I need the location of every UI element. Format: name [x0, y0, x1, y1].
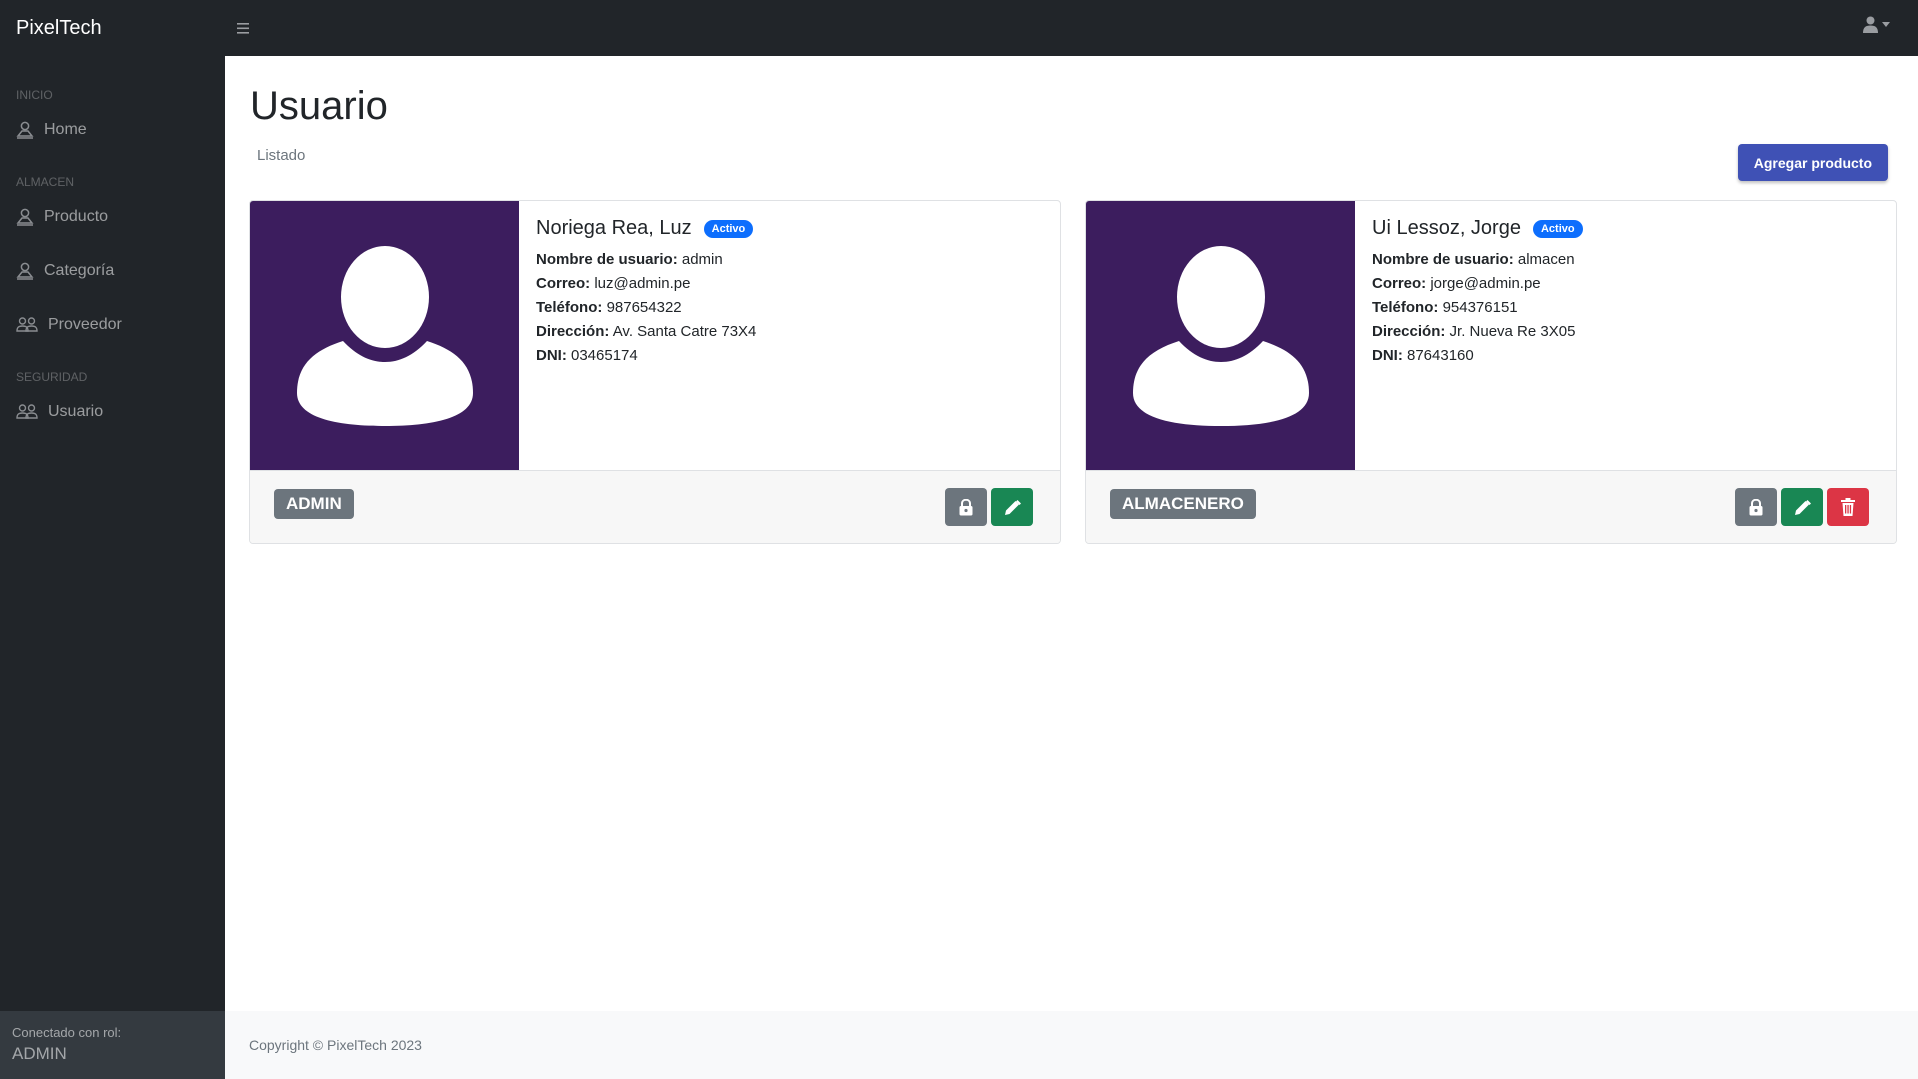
lock-button[interactable] — [945, 488, 987, 526]
sidebar-item-label: Proveedor — [48, 316, 122, 333]
users-icon — [16, 404, 38, 419]
avatar — [1086, 201, 1355, 470]
dni-label: DNI: — [536, 347, 567, 364]
user-icon — [1863, 16, 1878, 33]
sidebar-item-label: Categoría — [44, 262, 115, 279]
role-badge: ADMIN — [274, 489, 354, 519]
user-silhouette-icon — [296, 245, 473, 426]
username-row: Nombre de usuario: almacen — [1372, 248, 1886, 272]
phone-row: Teléfono: 987654322 — [536, 296, 1050, 320]
username-row: Nombre de usuario: admin — [536, 248, 1050, 272]
email-label: Correo: — [1372, 275, 1427, 292]
user-info: Noriega Rea, Luz Activo Nombre de usuari… — [536, 217, 1050, 368]
brand-logo[interactable]: PixelTech — [0, 17, 225, 40]
main-content: Usuario Listado Agregar producto Noriega… — [225, 56, 1918, 1079]
sidebar: INICIO Home ALMACEN Producto Categoría P… — [0, 56, 225, 1079]
username-value: almacen — [1517, 251, 1575, 268]
phone-row: Teléfono: 954376151 — [1372, 296, 1886, 320]
card-footer: ALMACENERO — [1086, 470, 1896, 543]
address-value: Av. Santa Catre 73X4 — [612, 323, 757, 340]
phone-label: Teléfono: — [1372, 299, 1439, 316]
card-actions — [1735, 488, 1869, 526]
menu-icon — [237, 22, 249, 34]
sidebar-item-label: Usuario — [48, 403, 104, 420]
person-icon — [16, 208, 34, 226]
trash-icon — [1841, 498, 1855, 516]
card-actions — [945, 488, 1033, 526]
user-silhouette-icon — [1132, 245, 1309, 426]
email-value: jorge@admin.pe — [1430, 275, 1541, 292]
user-card: Ui Lessoz, Jorge Activo Nombre de usuari… — [1085, 200, 1897, 544]
pencil-icon — [1794, 499, 1811, 515]
sidebar-item-label: Producto — [44, 208, 109, 225]
dni-row: DNI: 03465174 — [536, 344, 1050, 368]
card-footer: ADMIN — [250, 470, 1060, 543]
dni-label: DNI: — [1372, 347, 1403, 364]
add-product-button[interactable]: Agregar producto — [1737, 144, 1888, 181]
edit-button[interactable] — [1781, 488, 1823, 526]
address-label: Dirección: — [536, 323, 610, 340]
phone-value: 954376151 — [1442, 299, 1518, 316]
sidebar-item-producto[interactable]: Producto — [0, 190, 225, 244]
address-value: Jr. Nueva Re 3X05 — [1449, 323, 1576, 340]
user-name: Ui Lessoz, Jorge — [1372, 217, 1521, 239]
copyright-text: Copyright © PixelTech 2023 — [249, 1037, 422, 1053]
sidebar-heading-inicio: INICIO — [16, 88, 53, 102]
username-value: admin — [681, 251, 723, 268]
sidebar-item-proveedor[interactable]: Proveedor — [0, 298, 225, 352]
dni-value: 87643160 — [1407, 347, 1474, 364]
breadcrumb: Listado — [257, 147, 306, 164]
role-badge: ALMACENERO — [1110, 489, 1256, 519]
phone-value: 987654322 — [606, 299, 682, 316]
users-icon — [16, 317, 38, 332]
sidebar-item-home[interactable]: Home — [0, 103, 225, 157]
email-label: Correo: — [536, 275, 591, 292]
dni-value: 03465174 — [571, 347, 638, 364]
username-label: Nombre de usuario: — [536, 251, 678, 268]
sidebar-heading-almacen: ALMACEN — [16, 175, 75, 189]
person-icon — [16, 262, 34, 280]
user-name: Noriega Rea, Luz — [536, 217, 692, 239]
email-row: Correo: jorge@admin.pe — [1372, 272, 1886, 296]
pencil-icon — [1004, 499, 1021, 515]
address-row: Dirección: Av. Santa Catre 73X4 — [536, 320, 1050, 344]
email-row: Correo: luz@admin.pe — [536, 272, 1050, 296]
sidebar-toggle-button[interactable] — [231, 16, 255, 40]
address-label: Dirección: — [1372, 323, 1446, 340]
status-badge: Activo — [1532, 219, 1583, 238]
role-label: Conectado con rol: — [12, 1025, 122, 1040]
dni-row: DNI: 87643160 — [1372, 344, 1886, 368]
status-badge: Activo — [703, 219, 754, 238]
user-menu-dropdown[interactable] — [1863, 16, 1890, 33]
avatar — [250, 201, 519, 470]
address-row: Dirección: Jr. Nueva Re 3X05 — [1372, 320, 1886, 344]
sidebar-footer: Conectado con rol: ADMIN — [0, 1011, 225, 1079]
user-info: Ui Lessoz, Jorge Activo Nombre de usuari… — [1372, 217, 1886, 368]
email-value: luz@admin.pe — [594, 275, 691, 292]
sidebar-item-label: Home — [44, 121, 87, 138]
sidebar-item-categoria[interactable]: Categoría — [0, 244, 225, 298]
lock-icon — [959, 498, 973, 515]
edit-button[interactable] — [991, 488, 1033, 526]
page-footer: Copyright © PixelTech 2023 — [225, 1011, 1918, 1079]
current-role: ADMIN — [12, 1044, 67, 1063]
sidebar-heading-seguridad: SEGURIDAD — [16, 370, 88, 384]
username-label: Nombre de usuario: — [1372, 251, 1514, 268]
top-navbar: PixelTech — [0, 0, 1918, 56]
sidebar-item-usuario[interactable]: Usuario — [0, 385, 225, 439]
phone-label: Teléfono: — [536, 299, 603, 316]
page-title: Usuario — [250, 84, 388, 128]
lock-button[interactable] — [1735, 488, 1777, 526]
person-icon — [16, 121, 34, 139]
caret-down-icon — [1882, 22, 1890, 27]
user-card: Noriega Rea, Luz Activo Nombre de usuari… — [249, 200, 1061, 544]
lock-icon — [1749, 498, 1763, 515]
delete-button[interactable] — [1827, 488, 1869, 526]
